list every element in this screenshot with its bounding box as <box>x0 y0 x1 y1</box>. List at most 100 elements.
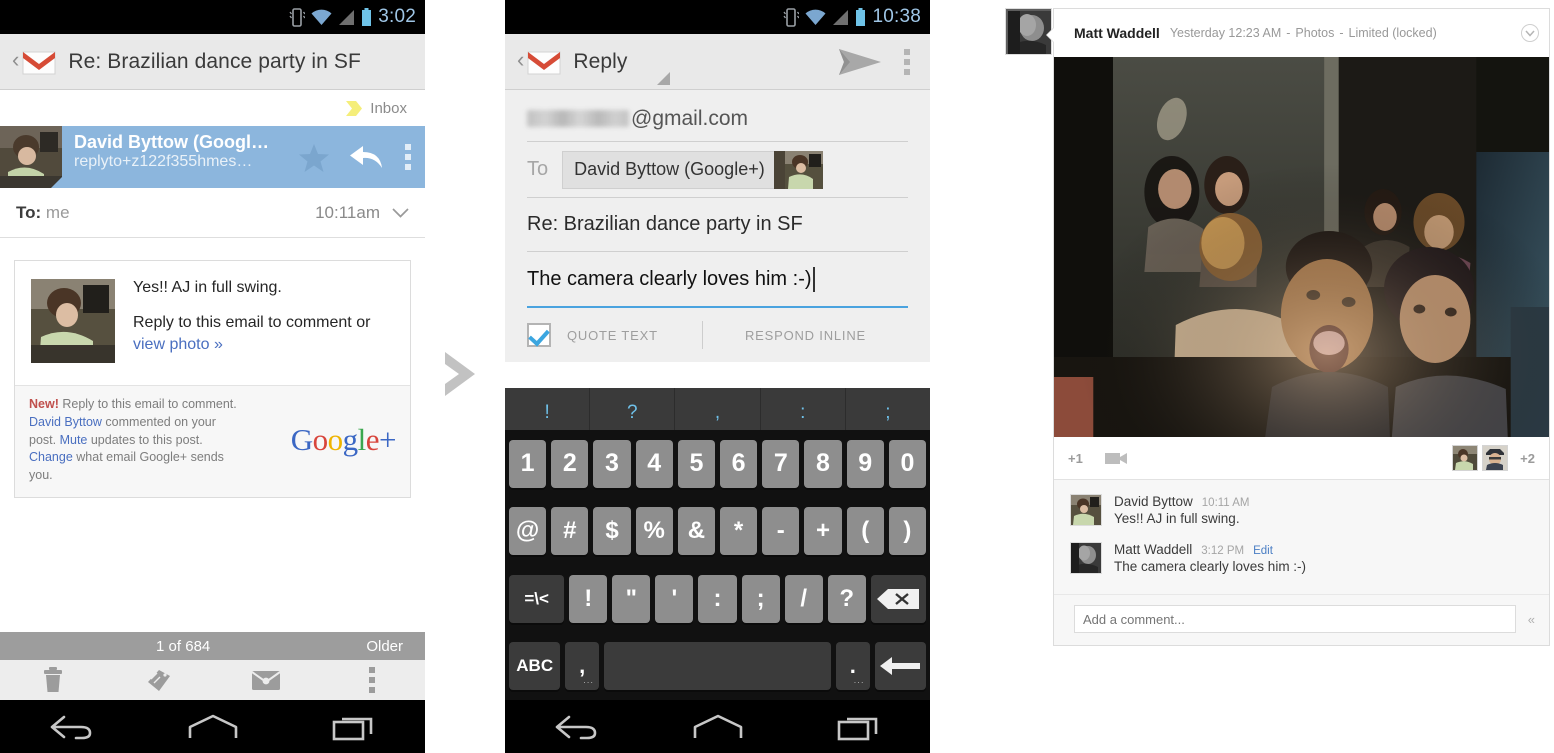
key-percent[interactable]: % <box>635 507 673 556</box>
older-button[interactable]: Older <box>366 638 425 655</box>
overflow-button[interactable] <box>319 667 425 693</box>
key-5[interactable]: 5 <box>677 439 715 488</box>
mark-unread-button[interactable] <box>213 669 319 691</box>
key-period[interactable]: . ··· <box>835 642 870 691</box>
key-4[interactable]: 4 <box>635 439 673 488</box>
key-asterisk[interactable]: * <box>720 507 758 556</box>
label-row: Inbox <box>0 90 425 126</box>
key-at[interactable]: @ <box>508 507 547 556</box>
comment-header: Matt Waddell 3:12 PM Edit <box>1114 542 1306 557</box>
add-comment-input[interactable] <box>1074 605 1516 633</box>
key-enter[interactable] <box>874 642 926 691</box>
post-actions-bar: +1 +2 <box>1054 437 1549 479</box>
sender-avatar[interactable] <box>0 126 62 188</box>
key-plus[interactable]: + <box>804 507 842 556</box>
send-icon[interactable] <box>838 47 882 77</box>
suggestion-1[interactable]: ? <box>590 388 676 430</box>
key-question[interactable]: ? <box>827 574 866 623</box>
keyboard-row-bottom: ABC , ··· . ··· <box>505 633 930 701</box>
key-space[interactable] <box>604 642 831 691</box>
suggestion-4[interactable]: ; <box>846 388 930 430</box>
mute-link[interactable]: Mute <box>60 433 88 447</box>
key-minus[interactable]: - <box>762 507 800 556</box>
key-hash[interactable]: # <box>551 507 589 556</box>
recipient-row[interactable]: To: me 10:11am <box>0 188 425 238</box>
comment-author[interactable]: Matt Waddell <box>1114 542 1192 557</box>
key-abc[interactable]: ABC <box>509 642 561 691</box>
key-1[interactable]: 1 <box>508 439 547 488</box>
labels-button[interactable] <box>106 666 212 694</box>
key-6[interactable]: 6 <box>720 439 758 488</box>
overflow-icon[interactable] <box>904 48 910 75</box>
post-photo[interactable] <box>1054 57 1549 437</box>
key-3[interactable]: 3 <box>593 439 631 488</box>
recents-nav-icon <box>332 717 373 740</box>
david-byttow-link[interactable]: David Byttow <box>29 415 102 429</box>
key-semicolon[interactable]: ; <box>741 574 780 623</box>
view-photo-link[interactable]: view photo » <box>133 336 223 353</box>
avatar[interactable] <box>1070 494 1102 526</box>
avatar[interactable] <box>1070 542 1102 574</box>
subject-field[interactable]: Re: Brazilian dance party in SF <box>527 198 908 252</box>
post-thumbnail[interactable] <box>31 279 115 363</box>
quote-text-label[interactable]: QUOTE TEXT <box>567 328 658 343</box>
quote-text-checkbox[interactable] <box>527 323 551 347</box>
key-2[interactable]: 2 <box>551 439 589 488</box>
overflow-icon[interactable] <box>405 144 411 170</box>
key-9[interactable]: 9 <box>846 439 884 488</box>
up-back-icon[interactable]: ‹ <box>8 49 22 74</box>
plus-one-more-count[interactable]: +2 <box>1520 451 1535 466</box>
label-name[interactable]: Inbox <box>370 100 407 117</box>
back-nav-button[interactable] <box>505 713 647 741</box>
chevron-down-icon[interactable] <box>392 207 409 218</box>
key-paren-open[interactable]: ( <box>846 507 884 556</box>
key-exclamation[interactable]: ! <box>569 574 608 623</box>
post-author-name[interactable]: Matt Waddell <box>1074 25 1160 41</box>
comment-author[interactable]: David Byttow <box>1114 494 1193 509</box>
reply-icon[interactable] <box>349 143 385 171</box>
edit-comment-link[interactable]: Edit <box>1253 545 1273 557</box>
home-nav-button[interactable] <box>142 714 284 740</box>
key-0[interactable]: 0 <box>888 439 927 488</box>
star-icon[interactable] <box>299 143 329 172</box>
key-quote-single[interactable]: ' <box>655 574 694 623</box>
avatar[interactable] <box>1452 445 1479 471</box>
key-quote-double[interactable]: " <box>612 574 651 623</box>
key-colon[interactable]: : <box>698 574 737 623</box>
suggestion-3[interactable]: : <box>761 388 846 430</box>
key-backspace[interactable] <box>870 574 926 623</box>
video-camera-icon[interactable] <box>1104 452 1127 465</box>
action-bar: ‹ Reply <box>505 34 930 90</box>
recents-nav-button[interactable] <box>788 713 930 741</box>
body-field[interactable]: The camera clearly loves him :-) <box>527 252 908 308</box>
suggestion-2[interactable]: , <box>675 388 761 430</box>
key-slash[interactable]: / <box>784 574 823 623</box>
gmail-logo-icon[interactable] <box>22 49 56 75</box>
plus-one-button[interactable]: +1 <box>1068 451 1083 466</box>
change-link[interactable]: Change <box>29 450 73 464</box>
key-paren-close[interactable]: ) <box>888 507 927 556</box>
back-nav-button[interactable] <box>0 713 142 741</box>
up-back-icon[interactable]: ‹ <box>513 49 527 74</box>
sender-row[interactable]: David Byttow (Googl… replyto+z122f355hme… <box>0 126 425 188</box>
key-ampersand[interactable]: & <box>677 507 715 556</box>
chevron-down-icon <box>1525 30 1535 37</box>
key-8[interactable]: 8 <box>804 439 842 488</box>
from-field[interactable]: @gmail.com <box>527 90 908 142</box>
delete-button[interactable] <box>0 667 106 693</box>
recents-nav-button[interactable] <box>283 713 425 741</box>
post-options-button[interactable] <box>1521 24 1539 42</box>
to-field[interactable]: To David Byttow (Google+) <box>527 142 908 198</box>
author-avatar[interactable] <box>1005 8 1052 55</box>
key-dollar[interactable]: $ <box>593 507 631 556</box>
collapse-icon[interactable]: « <box>1528 612 1535 627</box>
recipient-chip[interactable]: David Byttow (Google+) <box>562 150 823 189</box>
key-comma[interactable]: , ··· <box>565 642 600 691</box>
respond-inline-button[interactable]: RESPOND INLINE <box>703 328 908 343</box>
avatar[interactable] <box>1482 445 1509 471</box>
gmail-logo-icon[interactable] <box>527 49 561 75</box>
suggestion-0[interactable]: ! <box>505 388 591 430</box>
home-nav-button[interactable] <box>647 714 789 740</box>
key-7[interactable]: 7 <box>762 439 800 488</box>
key-symbols-toggle[interactable]: =\< <box>509 574 565 623</box>
